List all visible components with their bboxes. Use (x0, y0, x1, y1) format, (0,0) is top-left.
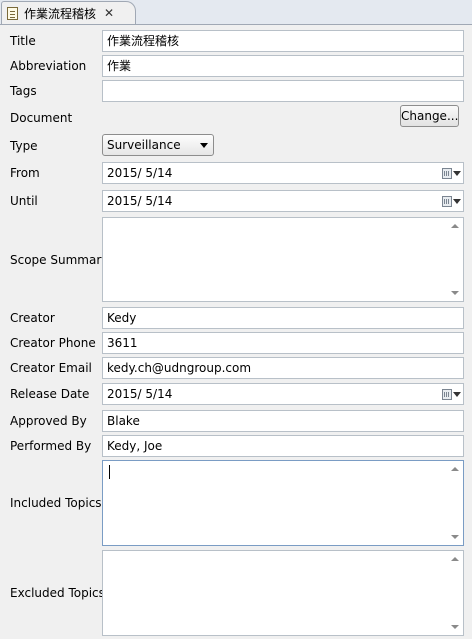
abbreviation-field[interactable]: 作業 (102, 55, 464, 77)
text-caret (109, 465, 110, 479)
creator-email-field[interactable]: kedy.ch@udngroup.com (102, 357, 464, 379)
creator-phone-field[interactable]: 3611 (102, 332, 464, 354)
release-calendar-button[interactable] (442, 388, 461, 400)
abbreviation-label: Abbreviation (10, 59, 87, 73)
excluded-topics-textarea[interactable] (102, 550, 464, 636)
type-select-value: Surveillance (107, 138, 181, 152)
performed-by-field[interactable]: Kedy, Joe (102, 435, 464, 457)
excluded-topics-scrollbar[interactable] (447, 551, 463, 635)
calendar-icon (442, 167, 452, 179)
from-calendar-button[interactable] (442, 167, 461, 179)
approved-by-label: Approved By (10, 414, 87, 428)
scroll-down-icon[interactable] (451, 291, 459, 295)
change-document-button[interactable]: Change... (400, 105, 459, 127)
release-date-field[interactable]: 2015/ 5/14 (102, 383, 464, 405)
until-date-value: 2015/ 5/14 (107, 194, 173, 208)
until-calendar-button[interactable] (442, 195, 461, 207)
creator-field[interactable]: Kedy (102, 307, 464, 329)
calendar-icon (442, 195, 452, 207)
scope-summary-textarea[interactable] (102, 217, 464, 302)
document-icon (7, 6, 18, 20)
scope-summary-label: Scope Summary (10, 253, 109, 267)
document-label: Document (10, 111, 73, 125)
calendar-icon (442, 388, 452, 400)
release-date-value: 2015/ 5/14 (107, 387, 173, 401)
until-date-field[interactable]: 2015/ 5/14 (102, 190, 464, 212)
scroll-up-icon[interactable] (451, 557, 459, 561)
audit-form: Title 作業流程稽核 Abbreviation 作業 Tags Docume… (0, 25, 472, 639)
chevron-down-icon (200, 142, 208, 148)
type-select[interactable]: Surveillance (102, 134, 214, 156)
scroll-up-icon[interactable] (451, 224, 459, 228)
included-topics-textarea[interactable] (102, 460, 464, 546)
scroll-up-icon[interactable] (451, 467, 459, 471)
chevron-down-icon (453, 170, 461, 176)
editor-tab[interactable]: 作業流程稽核 ✕ (1, 1, 136, 24)
title-field[interactable]: 作業流程稽核 (102, 30, 464, 52)
included-topics-scrollbar[interactable] (447, 461, 463, 545)
creator-phone-label: Creator Phone (10, 336, 96, 350)
title-label: Title (10, 34, 36, 48)
form-scrollbar[interactable] (466, 25, 472, 639)
included-topics-label: Included Topics (10, 496, 102, 510)
tags-label: Tags (10, 84, 37, 98)
scroll-down-icon[interactable] (451, 535, 459, 539)
chevron-down-icon (453, 391, 461, 397)
creator-email-label: Creator Email (10, 361, 92, 375)
release-date-label: Release Date (10, 387, 90, 401)
tags-field[interactable] (102, 80, 464, 102)
performed-by-label: Performed By (10, 439, 92, 453)
from-label: From (10, 166, 40, 180)
type-label: Type (10, 139, 38, 153)
close-icon[interactable]: ✕ (104, 6, 114, 20)
from-date-value: 2015/ 5/14 (107, 166, 173, 180)
creator-label: Creator (10, 311, 55, 325)
excluded-topics-label: Excluded Topics (10, 586, 105, 600)
scope-summary-scrollbar[interactable] (447, 218, 463, 301)
tab-title: 作業流程稽核 (24, 6, 97, 21)
until-label: Until (10, 194, 38, 208)
scroll-down-icon[interactable] (451, 625, 459, 629)
from-date-field[interactable]: 2015/ 5/14 (102, 162, 464, 184)
approved-by-field[interactable]: Blake (102, 410, 464, 432)
editor-tab-strip: 作業流程稽核 ✕ (0, 0, 472, 25)
chevron-down-icon (453, 198, 461, 204)
